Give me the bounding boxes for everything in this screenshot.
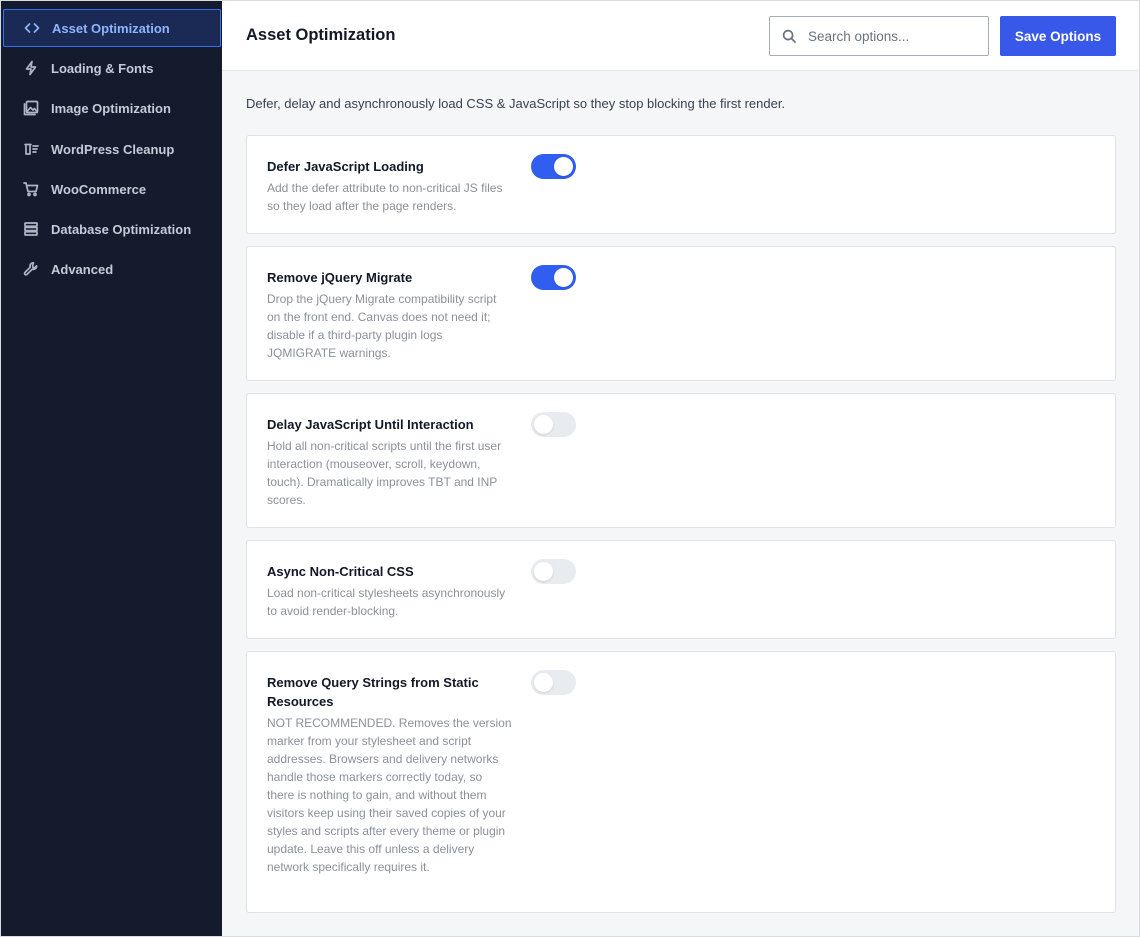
search-icon <box>782 29 797 43</box>
app-window: Asset Optimization Loading & Fonts Image… <box>0 0 1140 937</box>
option-title: Remove Query Strings from Static Resourc… <box>267 675 479 709</box>
section-description: Defer, delay and asynchronously load CSS… <box>246 96 786 111</box>
search-input[interactable] <box>808 28 968 44</box>
option-description: NOT RECOMMENDED. Removes the version mar… <box>267 716 512 874</box>
option-card-async-css: Async Non-Critical CSS Load non-critical… <box>246 540 1116 639</box>
sidebar-item-label: WordPress Cleanup <box>51 141 175 157</box>
option-description: Add the defer attribute to non-critical … <box>267 181 503 213</box>
sidebar-item-asset-optimization[interactable]: Asset Optimization <box>3 9 221 47</box>
database-icon <box>3 210 51 248</box>
option-card-defer-js: Defer JavaScript Loading Add the defer a… <box>246 135 1116 234</box>
image-icon <box>3 89 51 127</box>
sidebar-item-label: Advanced <box>51 261 114 277</box>
sidebar-item-woocommerce[interactable]: WooCommerce <box>3 170 221 208</box>
sidebar-item-loading-fonts[interactable]: Loading & Fonts <box>3 49 221 87</box>
option-card-remove-jquery-migrate: Remove jQuery Migrate Drop the jQuery Mi… <box>246 246 1116 381</box>
async-css-toggle[interactable] <box>531 559 576 584</box>
save-options-button[interactable]: Save Options <box>1000 16 1116 56</box>
option-title: Delay JavaScript Until Interaction <box>267 417 474 432</box>
sidebar-item-advanced[interactable]: Advanced <box>3 250 221 288</box>
option-card-delay-js: Delay JavaScript Until Interaction Hold … <box>246 393 1116 528</box>
option-description: Hold all non-critical scripts until the … <box>267 439 502 507</box>
option-title: Defer JavaScript Loading <box>267 159 424 174</box>
wrench-icon <box>3 250 51 288</box>
defer-js-toggle[interactable] <box>531 154 576 179</box>
option-description: Drop the jQuery Migrate compatibility sc… <box>267 292 497 360</box>
page-title: Asset Optimization <box>246 26 396 44</box>
sidebar-item-database-optimization[interactable]: Database Optimization <box>3 210 221 248</box>
page-header: Asset Optimization Save Options <box>222 1 1139 71</box>
option-title: Async Non-Critical CSS <box>267 564 414 579</box>
sidebar-item-image-optimization[interactable]: Image Optimization <box>3 89 221 127</box>
sidebar-item-label: Database Optimization <box>51 221 192 237</box>
toggle-knob <box>534 415 553 434</box>
remove-query-strings-toggle[interactable] <box>531 670 576 695</box>
toggle-knob <box>534 562 553 581</box>
delay-js-toggle[interactable] <box>531 412 576 437</box>
option-title: Remove jQuery Migrate <box>267 270 413 285</box>
sidebar-item-label: Loading & Fonts <box>51 60 154 76</box>
toggle-knob <box>534 673 553 692</box>
cleanup-icon <box>3 130 51 168</box>
sidebar-item-label: WooCommerce <box>51 181 147 197</box>
option-card-remove-query-strings: Remove Query Strings from Static Resourc… <box>246 651 1116 913</box>
toggle-knob <box>554 157 573 176</box>
search-box[interactable] <box>769 16 989 56</box>
sidebar-item-label: Image Optimization <box>51 100 171 116</box>
bolt-icon <box>3 49 51 87</box>
sidebar: Asset Optimization Loading & Fonts Image… <box>1 1 222 936</box>
cart-icon <box>3 170 51 208</box>
option-description: Load non-critical stylesheets asynchrono… <box>267 586 506 618</box>
remove-jquery-migrate-toggle[interactable] <box>531 265 576 290</box>
sidebar-item-label: Asset Optimization <box>52 20 170 36</box>
toggle-knob <box>554 268 573 287</box>
code-icon <box>4 10 52 46</box>
sidebar-item-wordpress-cleanup[interactable]: WordPress Cleanup <box>3 130 221 168</box>
